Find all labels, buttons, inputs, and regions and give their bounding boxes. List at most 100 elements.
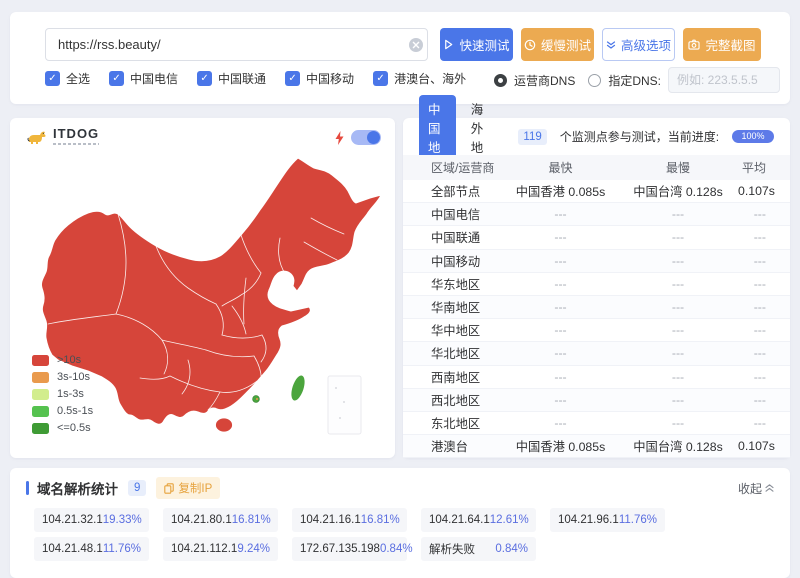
table-cell: ---: [503, 230, 618, 244]
isp-checkbox-label: 中国电信: [130, 70, 178, 87]
collapse-button[interactable]: 收起: [738, 480, 774, 497]
results-table: 区域/运营商 最快 最慢 平均 全部节点中国香港 0.085s中国台湾 0.12…: [403, 155, 790, 458]
chevron-double-up-icon: [765, 483, 774, 493]
isp-checkbox[interactable]: ✓中国电信: [109, 70, 178, 87]
slow-test-label: 缓慢测试: [541, 35, 591, 54]
url-input[interactable]: [45, 28, 428, 61]
checkbox-checked-icon: ✓: [197, 71, 212, 86]
legend-item: >10s: [32, 354, 93, 366]
legend-item: <=0.5s: [32, 422, 93, 434]
table-cell: 中国香港 0.085s: [503, 437, 618, 455]
dns-ip-value: 104.21.48.1: [42, 543, 103, 555]
table-cell: ---: [503, 416, 618, 430]
full-screenshot-label: 完整截图: [705, 35, 755, 54]
isp-checkbox[interactable]: ✓中国移动: [285, 70, 354, 87]
dns-ip-chip: 104.21.48.111.76%: [34, 537, 149, 561]
isp-checkbox[interactable]: ✓中国联通: [197, 70, 266, 87]
legend-swatch: [32, 372, 49, 383]
table-cell: ---: [503, 370, 618, 384]
legend-label: 3s-10s: [57, 371, 90, 383]
dns-ip-chip: 172.67.135.1980.84%: [292, 537, 407, 561]
col-fastest: 最快: [503, 159, 618, 176]
checkbox-checked-icon: ✓: [373, 71, 388, 86]
table-cell: ---: [503, 393, 618, 407]
carrier-dns-radio[interactable]: [494, 74, 507, 87]
table-cell: 西北地区: [403, 391, 503, 409]
dns-stats-title: 域名解析统计: [37, 478, 118, 498]
quick-test-button[interactable]: 快速测试: [440, 28, 513, 61]
clear-input-icon[interactable]: [408, 37, 424, 53]
custom-dns-radio[interactable]: [588, 74, 601, 87]
table-cell: 华东地区: [403, 275, 503, 293]
copy-ip-button[interactable]: 复制IP: [156, 477, 220, 499]
dns-ip-value: 104.21.112.1: [171, 543, 237, 555]
play-icon: [443, 39, 454, 50]
collapse-label: 收起: [738, 480, 762, 497]
isp-checkbox[interactable]: ✓港澳台、海外: [373, 70, 466, 87]
dns-ip-value: 104.21.80.1: [171, 514, 232, 526]
dns-ip-chip: 104.21.16.116.81%: [292, 508, 407, 532]
custom-dns-input[interactable]: [668, 67, 780, 93]
test-results-card: 中国地区 海外地区 119 个监测点参与测试，当前进度: 100% 区域/运营商…: [403, 118, 790, 458]
table-cell: 中国电信: [403, 205, 503, 223]
table-cell: 全部节点: [403, 182, 503, 200]
dns-ip-chip: 104.21.64.112.61%: [421, 508, 536, 532]
table-cell: ---: [503, 207, 618, 221]
results-table-header: 区域/运营商 最快 最慢 平均: [403, 155, 790, 180]
dns-stats-header: 域名解析统计 9 复制IP 收起: [10, 468, 790, 508]
progress-label: 个监测点参与测试，当前进度:: [560, 128, 719, 145]
table-cell: ---: [738, 230, 790, 244]
table-row: 中国电信---------: [403, 203, 790, 226]
dns-ip-value: 104.21.64.1: [429, 514, 490, 526]
isp-checkbox[interactable]: ✓全选: [45, 70, 90, 87]
hongkong-marker-dot: [256, 398, 258, 400]
dns-ip-value: 104.21.96.1: [558, 514, 619, 526]
table-cell: 西南地区: [403, 368, 503, 386]
dns-ip-chip: 104.21.112.19.24%: [163, 537, 278, 561]
itdog-logo-text: ITDOG: [53, 128, 99, 140]
custom-dns-label: 指定DNS:: [608, 72, 661, 89]
legend-label: <=0.5s: [57, 422, 91, 434]
legend-label: >10s: [57, 354, 81, 366]
table-cell: ---: [618, 416, 738, 430]
table-row: 中国移动---------: [403, 250, 790, 273]
table-cell: ---: [618, 370, 738, 384]
table-cell: ---: [738, 300, 790, 314]
results-table-body: 全部节点中国香港 0.085s中国台湾 0.128s0.107s中国电信----…: [403, 180, 790, 458]
table-cell: ---: [738, 370, 790, 384]
table-cell: ---: [618, 277, 738, 291]
itdog-dog-icon: [26, 128, 48, 146]
table-cell: ---: [618, 254, 738, 268]
table-row: 东北地区---------: [403, 412, 790, 435]
table-cell: 0.107s: [738, 439, 799, 453]
dns-ip-percent: 16.81%: [361, 514, 400, 526]
table-row: 华中地区---------: [403, 319, 790, 342]
carrier-dns-label: 运营商DNS: [514, 72, 575, 89]
table-cell: ---: [618, 346, 738, 360]
dns-ip-value: 解析失败: [429, 541, 475, 557]
latency-legend: >10s3s-10s1s-3s0.5s-1s<=0.5s: [32, 354, 93, 434]
south-china-sea-inset: [328, 376, 361, 434]
clock-icon: [524, 39, 536, 51]
legend-label: 1s-3s: [57, 388, 84, 400]
table-cell: ---: [738, 393, 790, 407]
table-cell: 0.107s: [738, 184, 799, 198]
test-toolbar-card: 快速测试 缓慢测试 高级选项 完整截图 ✓全选✓中国电信✓中国联通✓中国移动✓港…: [10, 12, 790, 104]
dns-ip-percent: 16.81%: [232, 514, 271, 526]
advanced-options-button[interactable]: 高级选项: [602, 28, 675, 61]
legend-swatch: [32, 423, 49, 434]
dns-ip-chip: 104.21.96.111.76%: [550, 508, 665, 532]
slow-test-button[interactable]: 缓慢测试: [521, 28, 594, 61]
table-cell: ---: [738, 416, 790, 430]
chevron-double-down-icon: [606, 40, 616, 50]
table-cell: ---: [503, 323, 618, 337]
table-cell: ---: [618, 393, 738, 407]
full-screenshot-button[interactable]: 完整截图: [683, 28, 761, 61]
table-cell: ---: [738, 277, 790, 291]
itdog-logo: ITDOG: [26, 128, 99, 146]
taiwan-island: [289, 374, 307, 402]
china-map-card: ITDOG >10s3s-10s1s-3s0.5s-1s<=0.5s: [10, 118, 395, 458]
realtime-toggle[interactable]: [351, 130, 381, 145]
progress-bar: 100%: [732, 130, 774, 143]
dns-option-row: 运营商DNS 指定DNS:: [494, 67, 780, 93]
